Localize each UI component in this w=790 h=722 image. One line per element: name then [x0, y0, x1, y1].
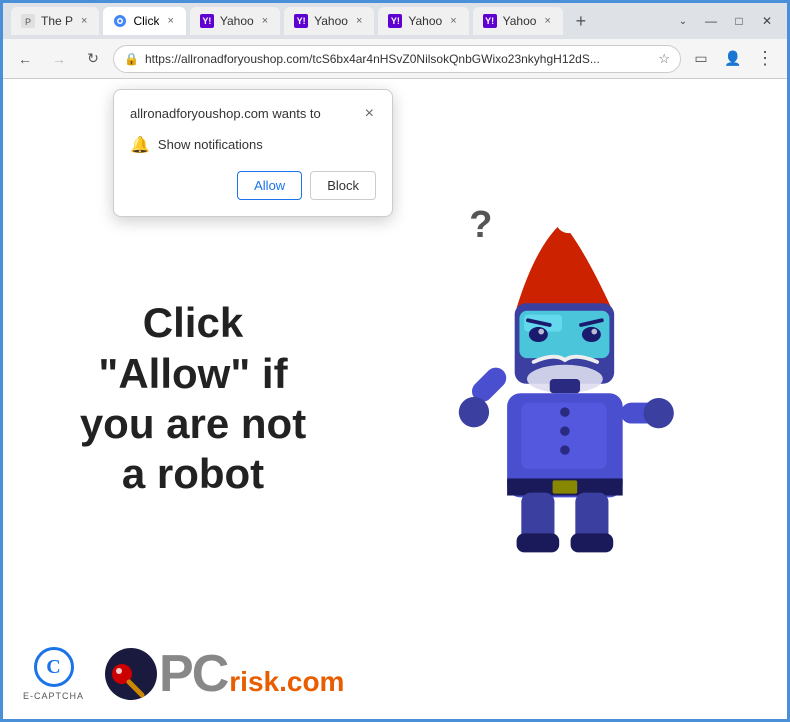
- tab3-favicon: Y!: [200, 14, 214, 28]
- popup-close-button[interactable]: ×: [363, 106, 376, 122]
- tab-yahoo-4[interactable]: Y! Yahoo ×: [284, 7, 374, 35]
- main-text-line4: a robot: [43, 449, 343, 499]
- refresh-button[interactable]: ↻: [79, 45, 107, 73]
- nav-right-controls: ▭ 👤 ⋮: [687, 45, 779, 73]
- tab2-favicon: [113, 14, 127, 28]
- title-bar: P The P × Click × Y! Yahoo × Y! Yahoo ×: [3, 3, 787, 39]
- notification-popup: allronadforyoushop.com wants to × 🔔 Show…: [113, 89, 393, 217]
- popup-notification-row: 🔔 Show notifications: [130, 135, 376, 155]
- tab3-label: Yahoo: [220, 14, 254, 28]
- tab4-close[interactable]: ×: [354, 13, 364, 29]
- main-text-line1: Click: [43, 298, 343, 348]
- tab5-favicon: Y!: [388, 14, 402, 28]
- tab6-label: Yahoo: [503, 14, 537, 28]
- sidebar-button[interactable]: ▭: [687, 45, 715, 73]
- navigation-bar: ← → ↻ 🔒 https://allronadforyoushop.com/t…: [3, 39, 787, 79]
- tab-yahoo-3[interactable]: Y! Yahoo ×: [190, 7, 280, 35]
- profile-button[interactable]: 👤: [719, 45, 747, 73]
- forward-button[interactable]: →: [45, 45, 73, 73]
- tab6-favicon: Y!: [483, 14, 497, 28]
- back-button[interactable]: ←: [11, 45, 39, 73]
- address-text: https://allronadforyoushop.com/tcS6bx4ar…: [145, 52, 652, 66]
- browser-frame: P The P × Click × Y! Yahoo × Y! Yahoo ×: [0, 0, 790, 722]
- popup-header: allronadforyoushop.com wants to ×: [130, 106, 376, 123]
- main-text: Click "Allow" if you are not a robot: [43, 298, 343, 500]
- tab2-close[interactable]: ×: [165, 13, 175, 29]
- character-illustration: ?: [343, 99, 747, 699]
- close-button[interactable]: ✕: [755, 9, 779, 33]
- bell-icon: 🔔: [130, 135, 150, 155]
- tab2-label: Click: [133, 14, 159, 28]
- captcha-label: E-CAPTCHA: [23, 691, 84, 701]
- block-button[interactable]: Block: [310, 171, 376, 200]
- captcha-circle-icon: C: [34, 647, 74, 687]
- tab1-label: The P: [41, 14, 73, 28]
- star-icon[interactable]: ☆: [658, 51, 670, 67]
- tab4-label: Yahoo: [314, 14, 348, 28]
- ecaptcha-logo: C E-CAPTCHA: [23, 647, 84, 701]
- tab6-close[interactable]: ×: [542, 13, 552, 29]
- menu-button[interactable]: ⋮: [751, 45, 779, 73]
- new-tab-button[interactable]: +: [567, 7, 595, 35]
- window-controls: ⌄ — □ ✕: [671, 9, 779, 33]
- tab-click[interactable]: Click ×: [103, 7, 185, 35]
- minimize-button[interactable]: —: [699, 9, 723, 33]
- pcrisk-text: PC: [159, 644, 227, 704]
- address-bar[interactable]: 🔒 https://allronadforyoushop.com/tcS6bx4…: [113, 45, 681, 73]
- tab4-favicon: Y!: [294, 14, 308, 28]
- lock-icon: 🔒: [124, 52, 139, 66]
- popup-notification-text: Show notifications: [158, 137, 263, 152]
- popup-title: allronadforyoushop.com wants to: [130, 106, 321, 123]
- tab1-favicon: P: [21, 14, 35, 28]
- popup-buttons: Allow Block: [130, 171, 376, 200]
- pcrisk-logo: PC risk.com: [104, 644, 344, 704]
- tab5-label: Yahoo: [408, 14, 442, 28]
- robot-santa-svg: ?: [415, 199, 675, 559]
- tab1-close[interactable]: ×: [79, 13, 89, 29]
- tab-yahoo-6[interactable]: Y! Yahoo ×: [473, 7, 563, 35]
- expand-icon[interactable]: ⌄: [671, 9, 695, 33]
- tab-the-p[interactable]: P The P ×: [11, 7, 99, 35]
- address-bar-right: ☆: [658, 51, 670, 67]
- tab3-close[interactable]: ×: [260, 13, 270, 29]
- main-text-line2: "Allow" if: [43, 349, 343, 399]
- allow-button[interactable]: Allow: [237, 171, 302, 200]
- pcrisk-icon-svg: [104, 647, 159, 702]
- tab5-close[interactable]: ×: [448, 13, 458, 29]
- main-text-line3: you are not: [43, 399, 343, 449]
- maximize-button[interactable]: □: [727, 9, 751, 33]
- svg-text:?: ?: [469, 204, 492, 246]
- bottom-section: C E-CAPTCHA PC risk.com: [3, 629, 787, 719]
- page-content: allronadforyoushop.com wants to × 🔔 Show…: [3, 79, 787, 719]
- tab-yahoo-5[interactable]: Y! Yahoo ×: [378, 7, 468, 35]
- pcrisk-suffix: risk.com: [229, 666, 344, 704]
- svg-text:P: P: [25, 17, 31, 27]
